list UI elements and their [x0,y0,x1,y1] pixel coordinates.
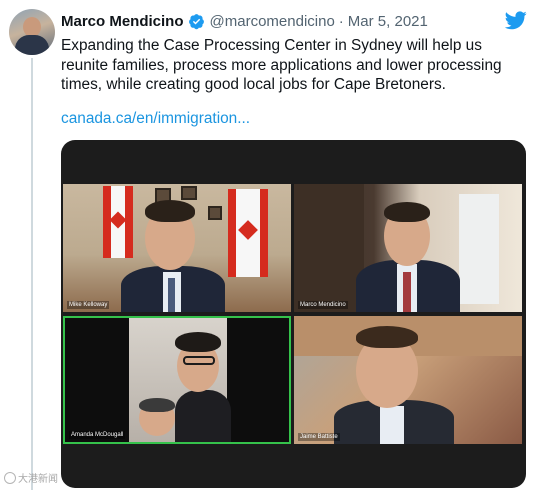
tweet-card[interactable]: Marco Mendicino @marcomendicino · Mar 5,… [0,0,544,490]
person-tie [403,272,411,312]
participant-tile-3-active-speaker: Amanda McDougall [63,316,291,444]
header-separator: · [338,12,344,30]
tweet-date[interactable]: Mar 5, 2021 [348,13,428,30]
person-hair [145,200,195,222]
watermark-logo-icon [4,471,16,484]
tweet-text: Expanding the Case Processing Center in … [61,37,502,93]
canada-flag-left [103,186,133,258]
participant-name-label: Jaime Battiste [298,433,340,441]
person-hair [356,326,418,348]
person-tie [168,278,175,312]
person-hair [175,332,221,352]
tweet-link[interactable]: canada.ca/en/immigration... [61,110,250,128]
participant-name-label: Mike Kelloway [67,301,110,309]
glasses [183,356,215,365]
thread-line [31,58,33,490]
watermark-text: 大港新闻 [18,474,58,485]
tweet-header: Marco Mendicino @marcomendicino · Mar 5,… [61,11,428,31]
author-avatar[interactable] [9,9,55,55]
avatar-face [23,17,41,37]
participant-tile-4: Jaime Battiste [294,316,522,444]
wall-picture [208,206,222,220]
verified-badge-icon [188,13,205,30]
person-hair [384,202,430,222]
author-name[interactable]: Marco Mendicino [61,13,184,30]
participant-name-label: Marco Mendicino [298,301,348,309]
bookshelf [294,184,364,312]
window [459,194,499,304]
wall-picture [181,186,197,200]
twitter-bird-icon[interactable] [504,11,527,30]
author-handle[interactable]: @marcomendicino [210,13,335,30]
baby-hat [139,398,175,412]
person-shirt [380,406,404,444]
watermark: 大港新闻 [4,470,58,485]
tweet-media-video-call[interactable]: Mike Kelloway Marco Mendicino Amanda McD… [61,140,526,488]
participant-name-label: Amanda McDougall [69,431,126,439]
canada-flag-right [228,189,268,277]
participant-tile-2: Marco Mendicino [294,184,522,312]
avatar-body [15,35,49,55]
participant-tile-1: Mike Kelloway [63,184,291,312]
person-body [175,390,231,442]
